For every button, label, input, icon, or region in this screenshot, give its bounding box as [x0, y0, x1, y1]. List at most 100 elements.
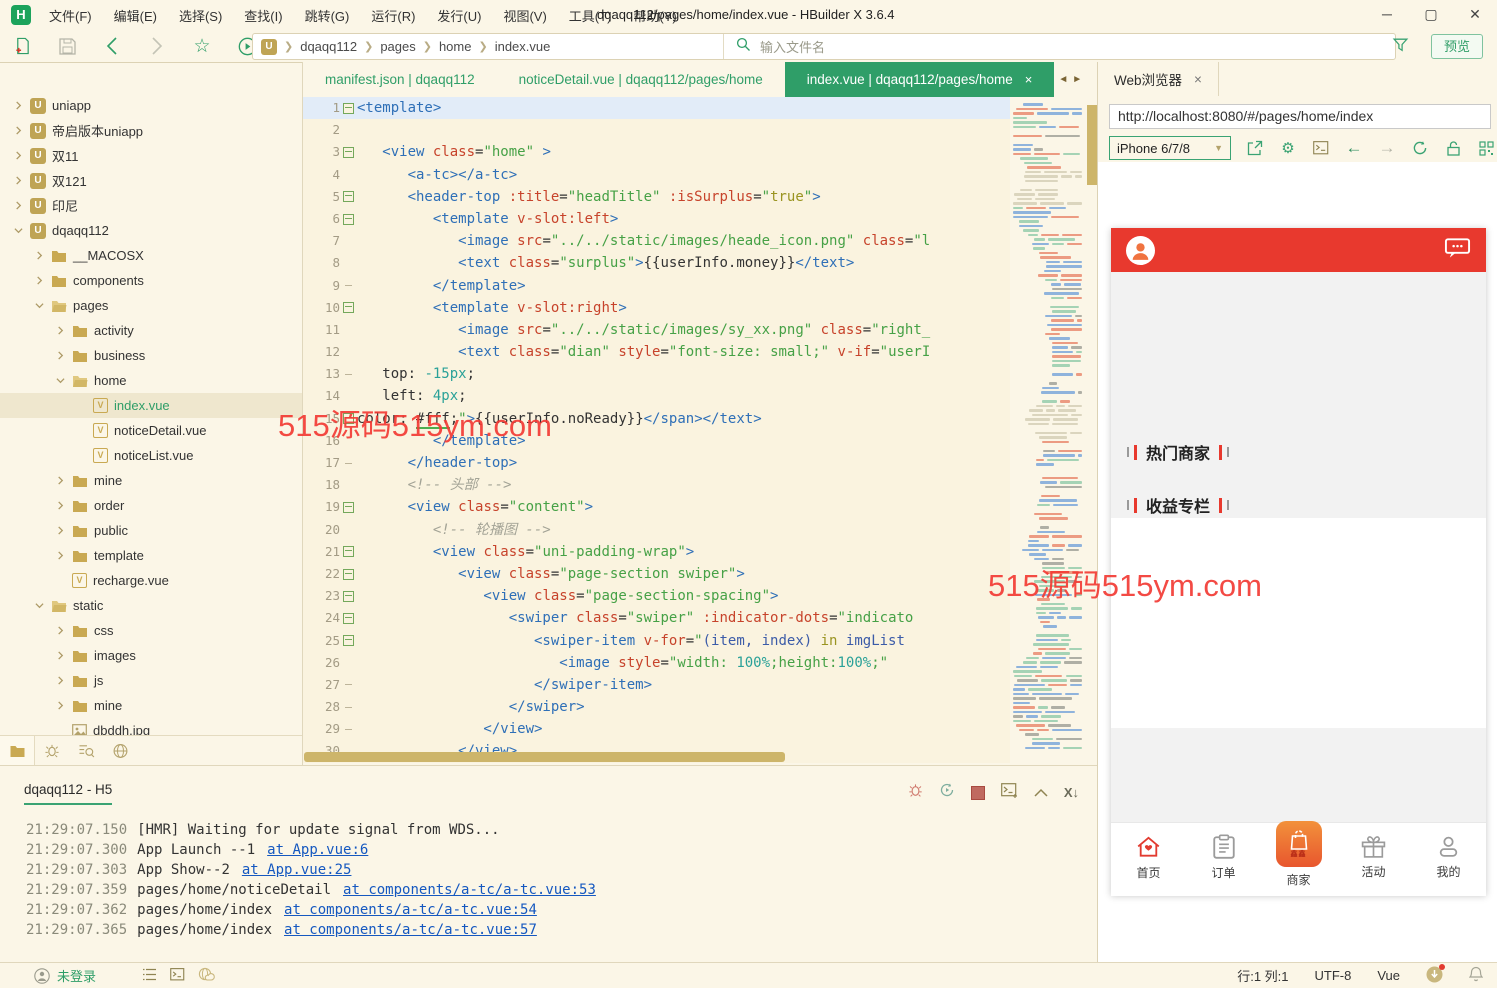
tree-item-pages[interactable]: pages	[0, 293, 302, 318]
fold-marker[interactable]	[340, 275, 357, 297]
fold-marker[interactable]	[340, 341, 357, 363]
tree-item-mine[interactable]: mine	[0, 693, 302, 718]
fold-marker[interactable]	[340, 541, 357, 563]
fold-marker[interactable]	[340, 652, 357, 674]
file-search-input[interactable]: 输入文件名	[723, 34, 1395, 59]
tree-item-images[interactable]: images	[0, 643, 302, 668]
tabbar-item-我的[interactable]: 我的	[1411, 823, 1486, 896]
tree-item-css[interactable]: css	[0, 618, 302, 643]
menu-item[interactable]: 视图(V)	[492, 6, 557, 25]
minimize-button[interactable]: ─	[1365, 0, 1409, 30]
restart-icon[interactable]	[939, 782, 955, 803]
tree-item-static[interactable]: static	[0, 593, 302, 618]
fold-marker[interactable]	[340, 319, 357, 341]
web-globe-icon[interactable]	[103, 743, 137, 759]
fold-marker[interactable]	[340, 630, 357, 652]
encoding-label[interactable]: UTF-8	[1315, 968, 1352, 983]
fold-marker[interactable]	[340, 474, 357, 496]
editor-tab[interactable]: index.vue | dqaqq112/pages/home×	[785, 62, 1055, 97]
clear-console-icon[interactable]: X↓	[1064, 785, 1079, 800]
terminal-icon[interactable]	[1312, 141, 1330, 155]
update-download-icon[interactable]	[1426, 966, 1443, 986]
device-select[interactable]: iPhone 6/7/8 ▼	[1109, 136, 1231, 160]
tabbar-item-订单[interactable]: 订单	[1186, 823, 1261, 896]
log-source-link[interactable]: at components/a-tc/a-tc.vue:54	[284, 902, 537, 918]
filter-funnel-icon[interactable]	[1392, 36, 1409, 58]
log-source-link[interactable]: at components/a-tc/a-tc.vue:53	[343, 882, 596, 898]
debug-icon[interactable]	[908, 782, 923, 803]
url-input[interactable]: http://localhost:8080/#/pages/home/index	[1109, 104, 1491, 129]
browser-tab[interactable]: Web浏览器 ×	[1098, 62, 1219, 96]
fold-marker[interactable]	[340, 585, 357, 607]
fold-marker[interactable]	[340, 363, 357, 385]
fold-marker[interactable]	[340, 186, 357, 208]
menu-item[interactable]: 文件(F)	[38, 6, 103, 25]
tree-item-template[interactable]: template	[0, 543, 302, 568]
explorer-tab-icon[interactable]	[0, 736, 35, 765]
tree-item-印尼[interactable]: U印尼	[0, 193, 302, 218]
log-source-link[interactable]: at App.vue:25	[242, 862, 352, 878]
breadcrumb[interactable]: U❯dqaqq112❯pages❯home❯index.vue	[253, 39, 723, 55]
close-button[interactable]: ✕	[1453, 0, 1497, 30]
tree-item-mine[interactable]: mine	[0, 468, 302, 493]
fold-marker[interactable]	[340, 563, 357, 585]
tree-item-public[interactable]: public	[0, 518, 302, 543]
fold-marker[interactable]	[340, 164, 357, 186]
tree-item-dbddh.jpg[interactable]: dbddh.jpg	[0, 718, 302, 735]
fold-marker[interactable]	[340, 674, 357, 696]
menu-item[interactable]: 编辑(E)	[103, 6, 168, 25]
tree-item-noticeDetail.vue[interactable]: VnoticeDetail.vue	[0, 418, 302, 443]
minimap-scrollbar-thumb[interactable]	[1087, 105, 1097, 185]
save-icon[interactable]	[57, 36, 77, 56]
stop-icon[interactable]	[971, 786, 985, 800]
settings-gear-icon[interactable]: ⚙	[1279, 139, 1297, 157]
menu-item[interactable]: 选择(S)	[168, 6, 233, 25]
tree-item-index.vue[interactable]: Vindex.vue	[0, 393, 302, 418]
browser-back-icon[interactable]: ←	[1345, 138, 1363, 158]
tab-close-icon[interactable]: ×	[1025, 72, 1033, 87]
filetype-label[interactable]: Vue	[1377, 968, 1400, 983]
breadcrumb-segment[interactable]: home	[439, 39, 472, 54]
tree-item-noticeList.vue[interactable]: VnoticeList.vue	[0, 443, 302, 468]
editor-horizontal-scrollbar[interactable]	[304, 752, 785, 762]
message-chat-icon[interactable]	[1444, 236, 1471, 265]
tree-item-components[interactable]: components	[0, 268, 302, 293]
open-external-icon[interactable]	[1246, 140, 1264, 156]
fold-marker[interactable]	[340, 141, 357, 163]
log-source-link[interactable]: at App.vue:6	[267, 842, 368, 858]
breadcrumb-segment[interactable]: dqaqq112	[300, 39, 357, 54]
fold-marker[interactable]	[340, 119, 357, 141]
tree-item-uniapp[interactable]: Uuniapp	[0, 93, 302, 118]
fold-marker[interactable]	[340, 696, 357, 718]
qr-code-icon[interactable]	[1477, 141, 1495, 156]
refresh-icon[interactable]	[1411, 140, 1429, 156]
fold-marker[interactable]	[340, 496, 357, 518]
tree-item-business[interactable]: business	[0, 343, 302, 368]
editor-tab[interactable]: manifest.json | dqaqq112	[303, 62, 497, 97]
fold-marker[interactable]	[340, 252, 357, 274]
tab-scroll-left-icon[interactable]: ◄	[1058, 74, 1068, 85]
breadcrumb-segment[interactable]: index.vue	[495, 39, 551, 54]
browser-tab-close-icon[interactable]: ×	[1194, 72, 1202, 87]
fold-marker[interactable]	[340, 208, 357, 230]
debug-bug-icon[interactable]	[35, 743, 69, 758]
cloud-globe-icon[interactable]	[198, 967, 215, 984]
tree-item-帝启版本uniapp[interactable]: U帝启版本uniapp	[0, 118, 302, 143]
menu-item[interactable]: 运行(R)	[360, 6, 426, 25]
breadcrumb-segment[interactable]: pages	[380, 39, 415, 54]
tabbar-item-商家[interactable]: 鑫鑫商家	[1261, 823, 1336, 896]
minimap[interactable]	[1010, 97, 1097, 763]
maximize-button[interactable]: ▢	[1409, 0, 1453, 30]
fold-marker[interactable]	[340, 519, 357, 541]
notification-bell-icon[interactable]	[1469, 966, 1483, 985]
tree-item-home[interactable]: home	[0, 368, 302, 393]
console-tab[interactable]: dqaqq112 - H5	[24, 782, 112, 805]
back-icon[interactable]	[102, 36, 122, 56]
log-source-link[interactable]: at components/a-tc/a-tc.vue:57	[284, 922, 537, 938]
menu-item[interactable]: 查找(I)	[233, 6, 293, 25]
lock-icon[interactable]	[1444, 141, 1462, 156]
fold-marker[interactable]	[340, 97, 357, 119]
shop-center-button[interactable]: 鑫鑫	[1276, 821, 1322, 867]
fold-marker[interactable]	[340, 230, 357, 252]
forward-icon[interactable]	[147, 36, 167, 56]
